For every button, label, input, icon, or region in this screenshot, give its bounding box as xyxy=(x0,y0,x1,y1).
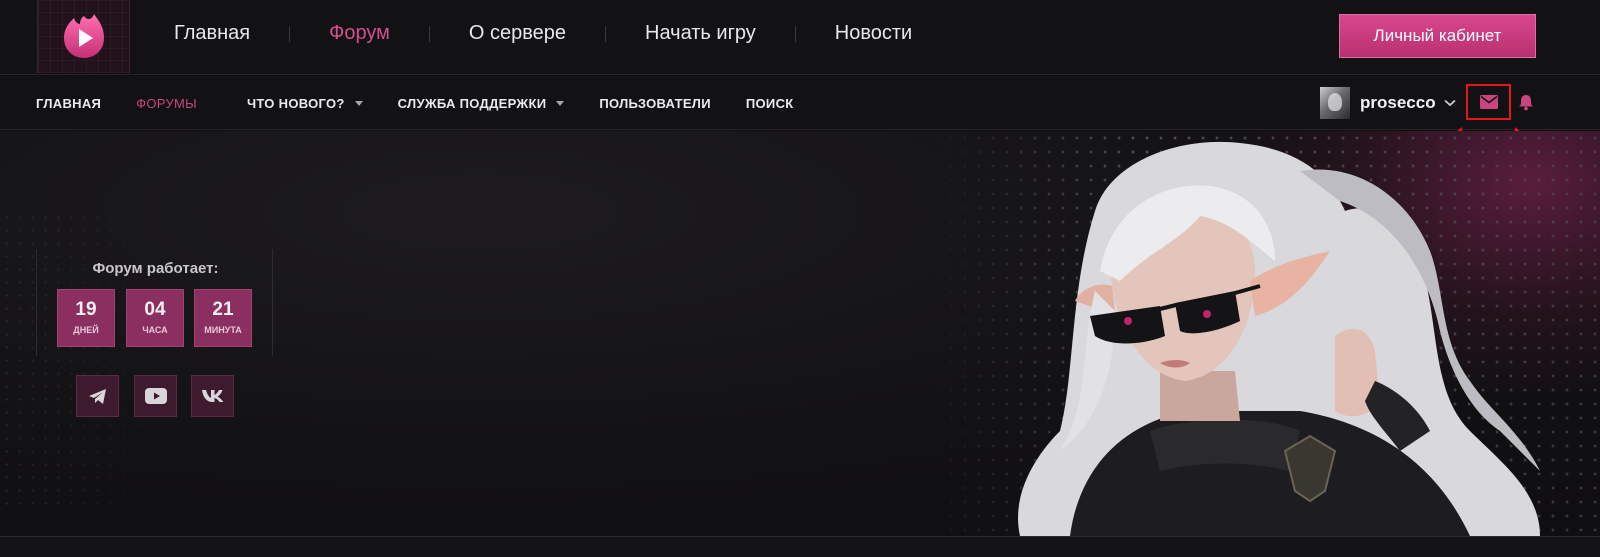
uptime-days: 19 ДНЕЙ xyxy=(57,289,115,347)
subnav-whats-new[interactable]: ЧТО НОВОГО? xyxy=(247,96,363,111)
character-illustration xyxy=(1018,141,1540,536)
vk-icon xyxy=(201,390,223,402)
personal-account-button[interactable]: Личный кабинет xyxy=(1339,14,1536,58)
subnav-support-label: СЛУЖБА ПОДДЕРЖКИ xyxy=(397,95,547,111)
uptime-days-label: ДНЕЙ xyxy=(73,325,99,335)
top-header: Главная Форум О сервере Начать игру Ново… xyxy=(0,0,1600,75)
nav-forum[interactable]: Форум xyxy=(290,22,429,45)
nav-start-game[interactable]: Начать игру xyxy=(606,22,795,45)
logo[interactable] xyxy=(37,0,130,73)
content-divider xyxy=(0,536,1600,557)
subnav-home[interactable]: ГЛАВНАЯ xyxy=(36,96,101,111)
forum-uptime-widget: Форум работает: 19 ДНЕЙ 04 ЧАСА 21 МИНУТ… xyxy=(36,249,273,356)
username: prosecco xyxy=(1360,93,1436,112)
uptime-hours: 04 ЧАСА xyxy=(126,289,184,347)
telegram-icon xyxy=(88,388,106,404)
nav-home[interactable]: Главная xyxy=(150,22,289,45)
subnav-members[interactable]: ПОЛЬЗОВАТЕЛИ xyxy=(599,96,711,111)
uptime-days-value: 19 xyxy=(75,299,97,320)
telegram-button[interactable] xyxy=(76,375,119,417)
uptime-minutes: 21 МИНУТА xyxy=(194,289,252,347)
mail-icon xyxy=(1479,95,1498,109)
uptime-hours-value: 04 xyxy=(144,299,166,320)
uptime-minutes-value: 21 xyxy=(212,299,234,320)
subnav-search[interactable]: ПОИСК xyxy=(746,96,794,111)
subnav-whats-new-label: ЧТО НОВОГО? xyxy=(246,95,345,111)
subnav-forums[interactable]: ФОРУМЫ xyxy=(136,96,197,111)
uptime-title: Форум работает: xyxy=(92,260,219,277)
uptime-hours-label: ЧАСА xyxy=(142,325,168,335)
vk-button[interactable] xyxy=(191,375,234,417)
chevron-down-icon xyxy=(1443,99,1456,107)
youtube-button[interactable] xyxy=(134,375,177,417)
nav-about-server[interactable]: О сервере xyxy=(430,22,605,45)
nav-news[interactable]: Новости xyxy=(796,22,951,45)
avatar xyxy=(1320,87,1350,119)
conversations-button[interactable] xyxy=(1466,84,1511,120)
play-flame-logo-icon xyxy=(64,14,104,58)
uptime-minutes-label: МИНУТА xyxy=(204,325,242,335)
main-nav: Главная Форум О сервере Начать игру Ново… xyxy=(150,22,951,45)
bell-icon xyxy=(1519,95,1533,111)
alerts-button[interactable] xyxy=(1518,94,1534,116)
caret-down-icon xyxy=(354,100,363,106)
page: Главная Форум О сервере Начать игру Ново… xyxy=(0,0,1600,557)
user-menu[interactable]: prosecco xyxy=(1320,87,1456,119)
subnav-support[interactable]: СЛУЖБА ПОДДЕРЖКИ xyxy=(398,96,565,111)
hero-banner: Форум работает: 19 ДНЕЙ 04 ЧАСА 21 МИНУТ… xyxy=(0,131,1600,536)
forum-subnav: ГЛАВНАЯ ФОРУМЫ ЧТО НОВОГО? СЛУЖБА ПОДДЕР… xyxy=(0,76,1600,130)
caret-down-icon xyxy=(556,100,565,106)
youtube-icon xyxy=(144,388,167,404)
